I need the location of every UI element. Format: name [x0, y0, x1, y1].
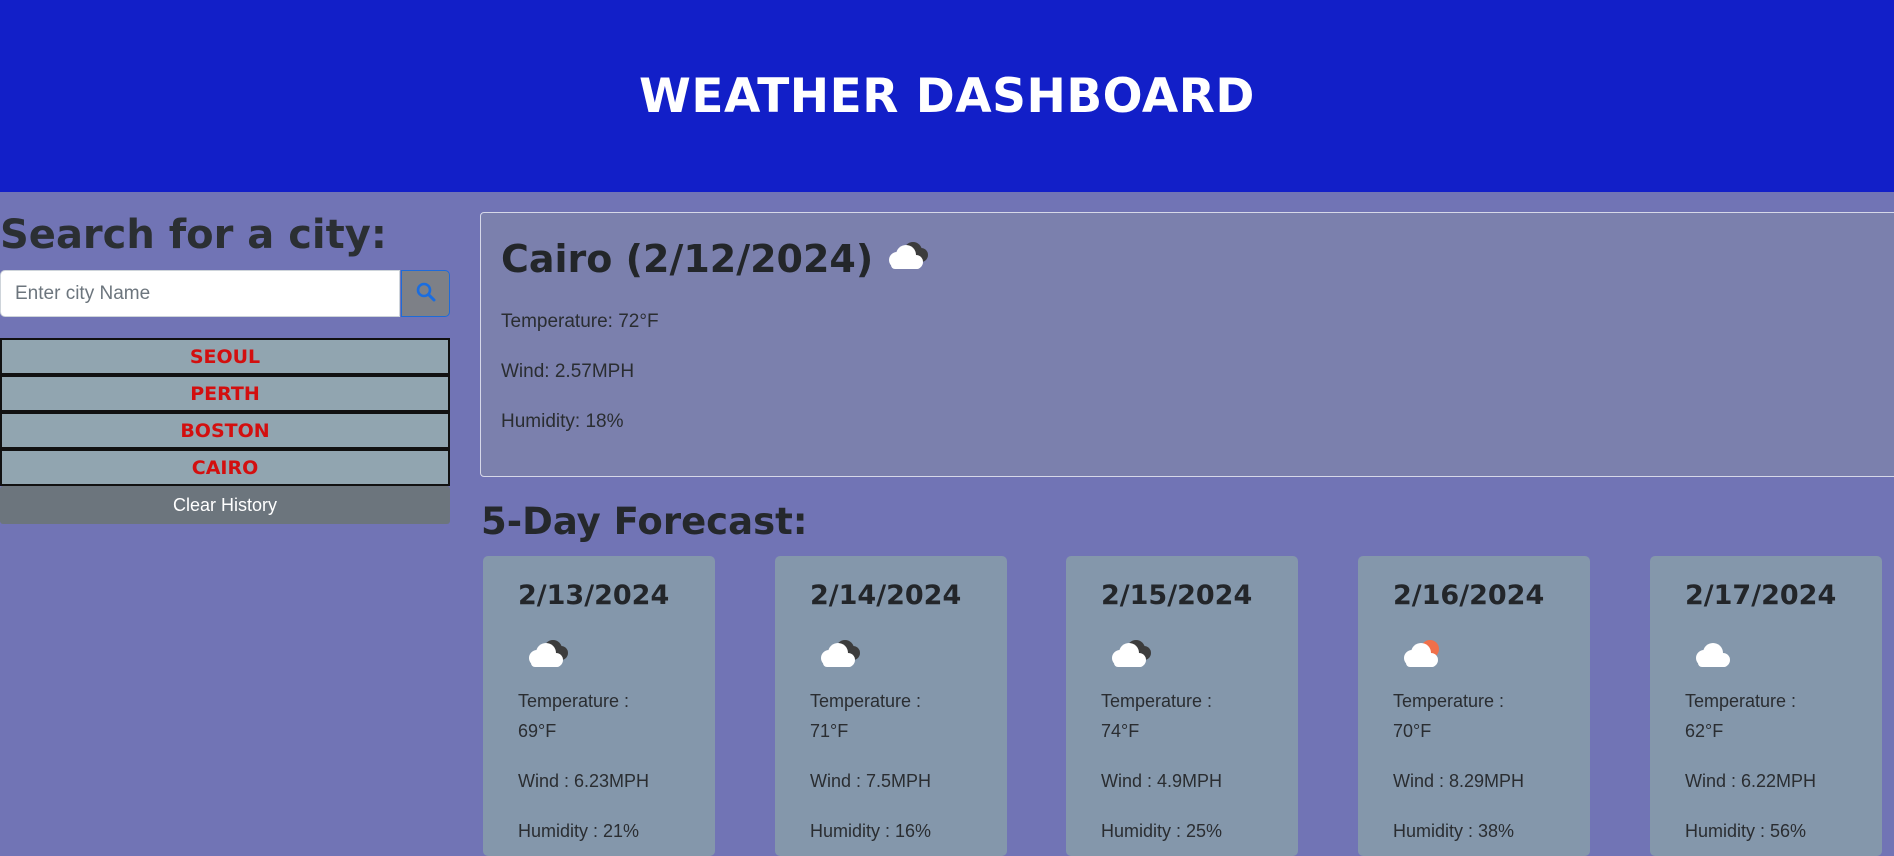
- forecast-wind: Wind : 7.5MPH: [810, 771, 932, 791]
- forecast-date: 2/15/2024: [1101, 580, 1253, 611]
- forecast-temp: 70°F: [1393, 721, 1432, 741]
- cloud-icon: [1690, 636, 1738, 674]
- cloud-broken-icon: [815, 636, 863, 674]
- forecast-card: 2/13/2024 Temperature : 69°F Wind : 6.23…: [483, 556, 715, 856]
- search-input[interactable]: [0, 270, 400, 317]
- current-humidity: Humidity: 18%: [501, 411, 624, 432]
- forecast-temp: 74°F: [1101, 721, 1140, 741]
- history-button-perth[interactable]: PERTH: [0, 375, 450, 412]
- forecast-wind: Wind : 4.9MPH: [1101, 771, 1223, 791]
- current-city-date: Cairo (2/12/2024): [501, 237, 874, 281]
- forecast-temp-label: Temperature :: [810, 691, 922, 711]
- forecast-date: 2/14/2024: [810, 580, 962, 611]
- forecast-date: 2/17/2024: [1685, 580, 1837, 611]
- forecast-temp: 69°F: [518, 721, 557, 741]
- history-button-boston[interactable]: BOSTON: [0, 412, 450, 449]
- current-temperature: Temperature: 72°F: [501, 311, 659, 332]
- forecast-wind: Wind : 6.23MPH: [518, 771, 650, 791]
- forecast-card: 2/16/2024 Temperature : 70°F Wind : 8.29…: [1358, 556, 1590, 856]
- forecast-date: 2/13/2024: [518, 580, 670, 611]
- current-wind: Wind: 2.57MPH: [501, 361, 635, 382]
- forecast-wind: Wind : 8.29MPH: [1393, 771, 1525, 791]
- history-button-cairo[interactable]: CAIRO: [0, 449, 450, 486]
- forecast-temp-label: Temperature :: [1101, 691, 1213, 711]
- forecast-temp-label: Temperature :: [518, 691, 630, 711]
- search-icon: [416, 282, 436, 306]
- forecast-temp-label: Temperature :: [1393, 691, 1505, 711]
- history-button-seoul[interactable]: SEOUL: [0, 338, 450, 375]
- forecast-card: 2/15/2024 Temperature : 74°F Wind : 4.9M…: [1066, 556, 1298, 856]
- forecast-temp-label: Temperature :: [1685, 691, 1797, 711]
- forecast-card: 2/14/2024 Temperature : 71°F Wind : 7.5M…: [775, 556, 1007, 856]
- cloud-sun-icon: [1398, 636, 1446, 674]
- forecast-title: 5-Day Forecast:: [481, 500, 808, 543]
- cloud-broken-icon: [883, 237, 931, 281]
- current-weather-title: Cairo (2/12/2024): [501, 237, 931, 281]
- forecast-card: 2/17/2024 Temperature : 62°F Wind : 6.22…: [1650, 556, 1882, 856]
- search-button[interactable]: [401, 270, 450, 317]
- search-title: Search for a city:: [0, 212, 387, 258]
- forecast-temp: 62°F: [1685, 721, 1724, 741]
- cloud-broken-icon: [1106, 636, 1154, 674]
- cloud-broken-icon: [523, 636, 571, 674]
- clear-history-button[interactable]: Clear History: [0, 486, 450, 524]
- current-weather-card: Cairo (2/12/2024) Temperature: 72°F Wind…: [480, 212, 1894, 477]
- header: WEATHER DASHBOARD: [0, 0, 1894, 192]
- forecast-date: 2/16/2024: [1393, 580, 1545, 611]
- forecast-temp: 71°F: [810, 721, 849, 741]
- page-title: WEATHER DASHBOARD: [639, 68, 1255, 124]
- forecast-wind: Wind : 6.22MPH: [1685, 771, 1817, 791]
